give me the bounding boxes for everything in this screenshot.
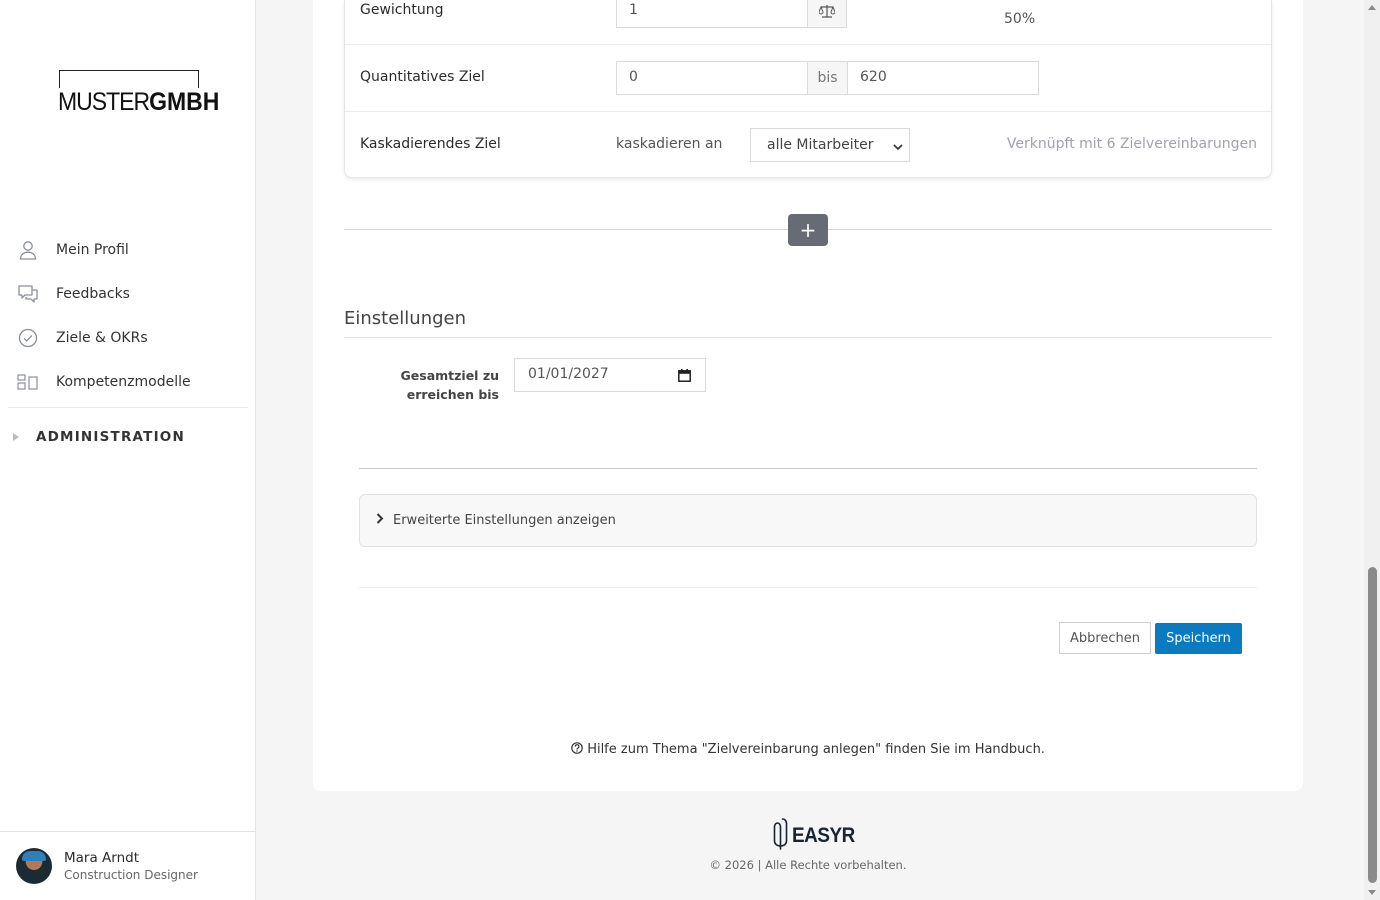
target-date-label: Gesamtziel zu erreichen bis <box>400 368 499 402</box>
check-circle-icon <box>17 327 39 349</box>
company-logo[interactable]: MUSTERGMBH <box>58 70 224 115</box>
sidebar-item-ziele-okrs[interactable]: Ziele & OKRs <box>0 316 248 360</box>
sidebar-nav: Mein Profil Feedbacks Ziele & OKRs Kompe… <box>0 228 248 466</box>
administration-label: ADMINISTRATION <box>36 429 185 445</box>
page-scrollbar[interactable] <box>1364 0 1380 900</box>
footer-brand-logo: EASYR <box>772 818 862 854</box>
user-profile[interactable]: Mara Arndt Construction Designer <box>0 831 255 900</box>
sidebar: MUSTERGMBH Mein Profil Feedbacks Ziele &… <box>0 0 256 900</box>
chat-bubbles-icon <box>17 283 39 305</box>
settings-title: Einstellungen <box>344 308 467 329</box>
advanced-settings-label: Erweiterte Einstellungen anzeigen <box>393 513 616 528</box>
weight-label: Gewichtung <box>360 2 444 18</box>
target-date-input[interactable]: 01/01/2027 <box>514 358 706 392</box>
sidebar-item-label: Ziele & OKRs <box>56 330 148 346</box>
range-separator: bis <box>807 61 848 95</box>
sidebar-item-feedbacks[interactable]: Feedbacks <box>0 272 248 316</box>
quantitative-goal-label: Quantitatives Ziel <box>360 69 485 85</box>
sidebar-item-kompetenzmodelle[interactable]: Kompetenzmodelle <box>0 360 248 404</box>
cascade-to-label: kaskadieren an <box>616 136 723 152</box>
scale-icon <box>807 0 847 28</box>
goal-details-box: Gewichtung 1 50% Quantitatives Ziel 0 bi… <box>344 0 1272 178</box>
chevron-down-icon <box>893 139 903 155</box>
cascade-label: Kaskadierendes Ziel <box>360 136 501 152</box>
quantitative-goal-row: Quantitatives Ziel 0 bis 620 <box>345 45 1271 112</box>
settings-bottom-divider <box>359 468 1257 469</box>
cascade-row: Kaskadierendes Ziel kaskadieren an alle … <box>345 112 1271 179</box>
user-name: Mara Arndt <box>64 850 140 866</box>
actions-divider <box>359 587 1257 588</box>
paperclip-icon <box>772 818 789 854</box>
calendar-icon[interactable] <box>678 369 691 386</box>
help-text-label: Hilfe zum Thema "Zielvereinbarung anlege… <box>587 742 1045 757</box>
scrollbar-thumb[interactable] <box>1368 567 1377 883</box>
caret-right-icon <box>13 433 19 441</box>
settings-divider <box>344 337 1272 338</box>
quantitative-from-input[interactable]: 0 <box>616 61 808 95</box>
weight-input[interactable]: 1 <box>616 0 808 28</box>
goal-form-card: Gewichtung 1 50% Quantitatives Ziel 0 bi… <box>313 0 1303 791</box>
blocks-icon <box>17 371 39 393</box>
sidebar-item-label: Kompetenzmodelle <box>56 374 191 390</box>
logo-text-light: MUSTER <box>58 86 150 116</box>
quantitative-to-input[interactable]: 620 <box>847 61 1039 95</box>
weight-row: Gewichtung 1 50% <box>345 0 1271 45</box>
chevron-right-icon <box>376 513 384 528</box>
person-icon <box>17 239 39 261</box>
target-date-value: 01/01/2027 <box>528 366 609 382</box>
cancel-button[interactable]: Abbrechen <box>1059 622 1151 654</box>
cascade-target-value: alle Mitarbeiter <box>767 137 874 153</box>
help-circle-icon <box>571 742 587 757</box>
sidebar-item-mein-profil[interactable]: Mein Profil <box>0 228 248 272</box>
add-goal-button[interactable]: + <box>788 214 828 246</box>
sidebar-section-administration[interactable]: ADMINISTRATION <box>0 408 248 466</box>
avatar <box>16 848 52 884</box>
advanced-settings-toggle[interactable]: Erweiterte Einstellungen anzeigen <box>359 494 1257 547</box>
sidebar-item-label: Mein Profil <box>56 242 129 258</box>
sidebar-item-label: Feedbacks <box>56 286 130 302</box>
copyright-text: © 2026 | Alle Rechte vorbehalten. <box>709 858 907 872</box>
weight-percent: 50% <box>1004 11 1036 27</box>
scroll-up-arrow-icon[interactable] <box>1368 5 1376 10</box>
scroll-down-arrow-icon[interactable] <box>1368 890 1376 895</box>
linked-agreements-link[interactable]: Verknüpft mit 6 Zielvereinbarungen <box>1007 136 1257 152</box>
save-button[interactable]: Speichern <box>1155 623 1242 654</box>
logo-text-bold: GMBH <box>149 86 220 116</box>
footer-brand-text: EASYR <box>792 824 855 847</box>
user-role: Construction Designer <box>64 868 198 882</box>
cascade-target-select[interactable]: alle Mitarbeiter <box>750 128 910 162</box>
help-text[interactable]: Hilfe zum Thema "Zielvereinbarung anlege… <box>313 742 1303 757</box>
